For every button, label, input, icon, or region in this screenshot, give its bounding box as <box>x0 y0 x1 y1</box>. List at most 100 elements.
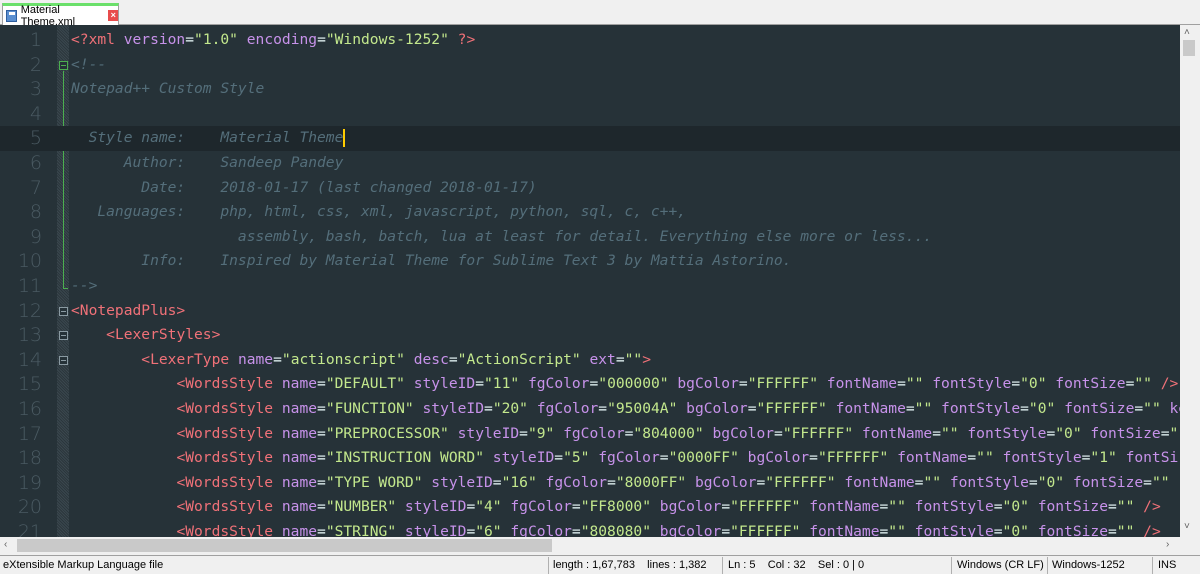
code-text: = <box>607 474 616 491</box>
code-editor[interactable]: 1<?xml version="1.0" encoding="Windows-1… <box>0 25 1180 537</box>
xml-attribute: name <box>282 523 317 537</box>
xml-value: "9" <box>528 425 554 442</box>
code-text <box>484 449 493 466</box>
scroll-up-icon[interactable]: ˄ <box>1184 27 1190 38</box>
code-line[interactable]: 15 <WordsStyle name="DEFAULT" styleID="1… <box>0 372 1180 397</box>
code-line[interactable]: 13 <LexerStyles> <box>0 323 1180 348</box>
xml-value: "ActionScript" <box>458 351 581 368</box>
scroll-left-icon[interactable]: ‹ <box>4 539 7 550</box>
code-text <box>519 375 528 392</box>
xml-value: "FFFFFF" <box>756 400 826 417</box>
code-text: = <box>484 400 493 417</box>
code-text: = <box>1134 400 1143 417</box>
code-line[interactable]: 17 <WordsStyle name="PREPROCESSOR" style… <box>0 422 1180 447</box>
close-tab-icon[interactable]: × <box>108 10 118 21</box>
code-line[interactable]: 12<NotepadPlus> <box>0 299 1180 324</box>
xml-declaration: ?> <box>449 31 475 48</box>
code-content: <WordsStyle name="STRING" styleID="6" fg… <box>71 520 1161 537</box>
tab-bar: Material Theme.xml × <box>0 0 1200 25</box>
code-text <box>1161 400 1170 417</box>
code-text <box>906 523 915 537</box>
code-text <box>941 474 950 491</box>
xml-attribute: name <box>282 400 317 417</box>
code-line[interactable]: 7 Date: 2018-01-17 (last changed 2018-01… <box>0 176 1180 201</box>
code-line[interactable]: 8 Languages: php, html, css, xml, javasc… <box>0 200 1180 225</box>
xml-tag: <WordsStyle <box>176 498 281 515</box>
code-text <box>800 523 809 537</box>
code-text: = <box>317 375 326 392</box>
horizontal-scroll-thumb[interactable] <box>17 539 552 552</box>
xml-value: "" <box>976 449 994 466</box>
xml-tag: /> <box>1134 498 1160 515</box>
code-text: = <box>721 498 730 515</box>
vertical-scrollbar[interactable]: ˄ ˅ <box>1180 25 1198 537</box>
code-line[interactable]: 6 Author: Sandeep Pandey <box>0 151 1180 176</box>
code-line[interactable]: 21 <WordsStyle name="STRING" styleID="6"… <box>0 520 1180 537</box>
xml-attribute: fontStyle <box>950 474 1029 491</box>
code-line[interactable]: 19 <WordsStyle name="TYPE WORD" styleID=… <box>0 471 1180 496</box>
code-line[interactable]: 18 <WordsStyle name="INSTRUCTION WORD" s… <box>0 446 1180 471</box>
xml-attribute: ke <box>1170 400 1180 417</box>
vertical-scroll-thumb[interactable] <box>1183 40 1195 56</box>
code-line[interactable]: 14 <LexerType name="actionscript" desc="… <box>0 348 1180 373</box>
status-encoding[interactable]: Windows-1252 <box>1052 559 1125 571</box>
code-text: = <box>739 375 748 392</box>
code-line[interactable]: 10 Info: Inspired by Material Theme for … <box>0 249 1180 274</box>
tab-material-theme[interactable]: Material Theme.xml × <box>2 3 119 25</box>
code-text: = <box>1143 474 1152 491</box>
code-line[interactable]: 9 assembly, bash, batch, lua at least fo… <box>0 225 1180 250</box>
line-number: 3 <box>0 77 42 102</box>
xml-value: "" <box>1143 400 1161 417</box>
xml-attribute: fontSize <box>1064 400 1134 417</box>
xml-comment: Date: 2018-01-17 (last changed 2018-01-1… <box>71 179 537 196</box>
xml-value: "FFFFFF" <box>765 474 835 491</box>
xml-value: "FFFFFF" <box>730 523 800 537</box>
code-line[interactable]: 16 <WordsStyle name="FUNCTION" styleID="… <box>0 397 1180 422</box>
code-line[interactable]: 3 Notepad++ Custom Style <box>0 77 1180 102</box>
xml-value: "11" <box>484 375 519 392</box>
scroll-down-icon[interactable]: ˅ <box>1184 521 1190 532</box>
xml-tag: /> <box>1134 523 1160 537</box>
status-insert-mode[interactable]: INS <box>1158 559 1176 571</box>
xml-value: "FFFFFF" <box>748 375 818 392</box>
xml-comment: Notepad++ Custom Style <box>71 80 264 97</box>
code-text: = <box>880 498 889 515</box>
code-text <box>888 449 897 466</box>
code-text <box>71 474 176 491</box>
line-number: 10 <box>0 249 42 274</box>
code-line[interactable]: 11--> <box>0 274 1180 299</box>
code-line[interactable]: 20 <WordsStyle name="NUMBER" styleID="4"… <box>0 495 1180 520</box>
xml-attribute: fontSize <box>1073 474 1143 491</box>
code-line[interactable]: 5 Style name: Material Theme <box>0 126 1180 151</box>
xml-attribute: styleID <box>458 425 520 442</box>
fold-toggle-icon[interactable] <box>59 61 68 70</box>
code-content: <WordsStyle name="FUNCTION" styleID="20"… <box>71 397 1180 422</box>
code-text <box>414 400 423 417</box>
xml-attribute: styleID <box>405 498 467 515</box>
xml-value: "804000" <box>633 425 703 442</box>
xml-value: "6" <box>475 523 501 537</box>
xml-comment: Info: Inspired by Material Theme for Sub… <box>71 252 791 269</box>
xml-attribute: styleID <box>405 523 467 537</box>
xml-attribute: fontName <box>809 498 879 515</box>
code-text <box>906 498 915 515</box>
scroll-right-icon[interactable]: › <box>1166 539 1169 550</box>
xml-value: "" <box>923 474 941 491</box>
code-text: = <box>554 449 563 466</box>
fold-toggle-icon[interactable] <box>59 331 68 340</box>
code-line[interactable]: 4 <box>0 102 1180 127</box>
xml-comment: assembly, bash, batch, lua at least for … <box>71 228 932 245</box>
fold-toggle-icon[interactable] <box>59 356 68 365</box>
horizontal-scrollbar[interactable]: ‹ › <box>0 537 1180 554</box>
xml-value: "4" <box>475 498 501 515</box>
status-eol[interactable]: Windows (CR LF) <box>957 559 1044 571</box>
code-line[interactable]: 2<!-- <box>0 53 1180 78</box>
xml-attribute: fontSize <box>1090 425 1160 442</box>
xml-value: "PREPROCESSOR" <box>326 425 449 442</box>
xml-tag: > <box>642 351 651 368</box>
xml-tag: <NotepadPlus> <box>71 302 185 319</box>
fold-toggle-icon[interactable] <box>59 307 68 316</box>
code-line[interactable]: 1<?xml version="1.0" encoding="Windows-1… <box>0 28 1180 53</box>
code-text <box>827 400 836 417</box>
xml-attribute: name <box>282 449 317 466</box>
